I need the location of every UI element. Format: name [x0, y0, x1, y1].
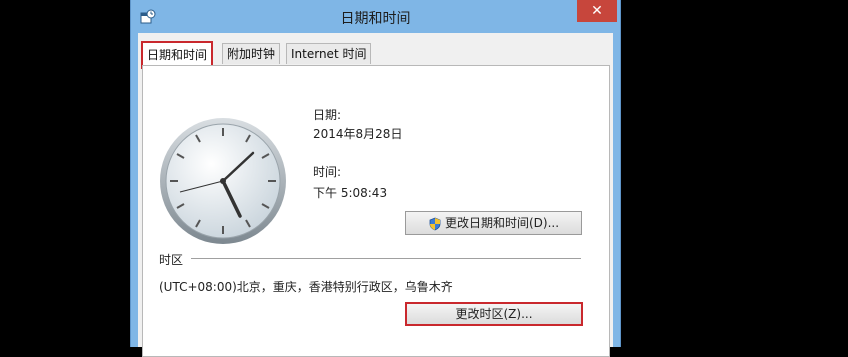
change-date-time-label: 更改日期和时间(D)... [444, 216, 560, 230]
time-value: 下午 5:08:43 [313, 186, 388, 200]
change-timezone-button[interactable]: 更改时区(Z)... [405, 302, 583, 326]
close-button[interactable]: ✕ [577, 0, 617, 22]
timezone-value: (UTC+08:00)北京，重庆，香港特别行政区，乌鲁木齐 [159, 280, 453, 294]
window-title: 日期和时间 [340, 11, 411, 27]
date-label: 日期: [313, 108, 342, 122]
title-bar[interactable]: 日期和时间 ✕ [131, 0, 620, 33]
dialog-body: 日期和时间 附加时钟 Internet 时间 日期: 2014年8月28日 时间… [138, 33, 613, 357]
uac-shield-icon [429, 217, 441, 230]
date-time-dialog: 日期和时间 ✕ 日期和时间 附加时钟 Internet 时间 日期: 2014年… [130, 0, 621, 357]
timezone-section-label: 时区 [159, 253, 184, 267]
tab-panel: 日期: 2014年8月28日 时间: 下午 5:08:43 更改日期和时间(D)… [142, 65, 610, 357]
close-icon: ✕ [591, 3, 603, 19]
section-divider [191, 258, 581, 259]
time-label: 时间: [313, 165, 342, 179]
tab-additional-clocks[interactable]: 附加时钟 [222, 43, 281, 64]
change-date-time-button[interactable]: 更改日期和时间(D)... [405, 211, 582, 235]
tab-internet-time[interactable]: Internet 时间 [286, 43, 372, 64]
date-value: 2014年8月28日 [313, 127, 403, 141]
analog-clock-icon [160, 118, 286, 244]
